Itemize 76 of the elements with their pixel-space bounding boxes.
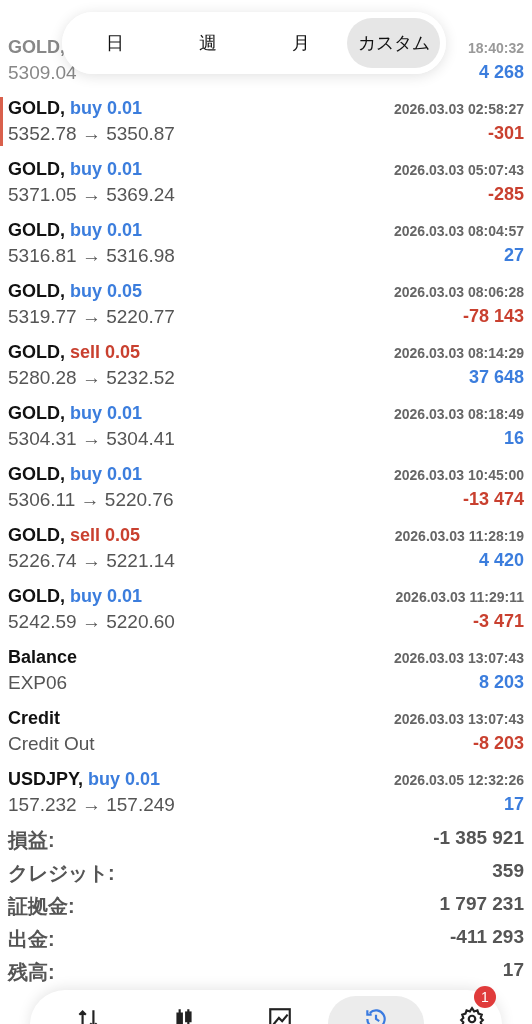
profit-amount: -285 (486, 184, 524, 206)
symbol-label: GOLD, (8, 220, 65, 241)
profit-amount: 4 268 (477, 62, 524, 84)
profit-amount: 17 (502, 794, 524, 816)
summary-value: -1 385 921 (433, 827, 524, 850)
period-tab[interactable]: 週 (161, 18, 254, 68)
order-side: buy 0.01 (70, 98, 143, 119)
profit-amount: 16 (502, 428, 524, 450)
price-range: 5304.31 → 5304.41 (8, 428, 176, 450)
order-side: buy 0.01 (88, 769, 161, 790)
profit-amount: 4 420 (477, 550, 524, 572)
symbol-label: GOLD, (8, 281, 65, 302)
deal-time: 2026.03.03 13:07:43 (394, 710, 524, 727)
summary-value: -411 293 (449, 926, 524, 949)
profit-amount: -13 474 (461, 489, 524, 511)
price-range: 5309.04 (8, 62, 78, 84)
order-side: sell 0.05 (70, 342, 141, 363)
deal-time: 2026.03.03 11:29:11 (395, 588, 524, 605)
order-side: buy 0.01 (70, 464, 143, 485)
price-range: 5280.28 → 5232.52 (8, 367, 176, 389)
deal-time: 2026.03.03 13:07:43 (394, 649, 524, 666)
price-range: 157.232 → 157.249 (8, 794, 176, 816)
period-tab[interactable]: 月 (254, 18, 347, 68)
summary-value: 1 797 231 (438, 893, 524, 916)
profit-amount: -78 143 (461, 306, 524, 328)
price-range: 5306.11 → 5220.76 (8, 489, 175, 511)
order-side: sell 0.05 (70, 525, 141, 546)
notification-badge: 1 (474, 986, 496, 1008)
deal-time: 2026.03.03 08:14:29 (394, 344, 524, 361)
deal-time: 2026.03.03 10:45:00 (394, 466, 524, 483)
profit-amount: 27 (502, 245, 524, 267)
price-range: 5319.77 → 5220.77 (8, 306, 176, 328)
symbol-label: USDJPY, (8, 769, 84, 790)
order-side: buy 0.01 (70, 586, 143, 607)
symbol-label: GOLD, (8, 98, 65, 119)
summary-label: クレジット: (8, 861, 116, 886)
symbol-label: GOLD, (8, 525, 65, 546)
order-side: buy 0.01 (70, 403, 143, 424)
order-side: buy 0.01 (70, 159, 143, 180)
price-range: 5352.78 → 5350.87 (8, 123, 176, 145)
order-side: buy 0.05 (70, 281, 143, 302)
summary-label: 損益: (8, 828, 56, 853)
symbol-label: GOLD, (8, 403, 65, 424)
deal-time: 2026.03.03 08:18:49 (394, 405, 524, 422)
symbol-label: Credit (8, 708, 60, 729)
symbol-label: GOLD, (8, 464, 65, 485)
price-range: EXP06 (8, 672, 69, 694)
symbol-label: GOLD, (8, 37, 65, 58)
profit-amount: -8 203 (471, 733, 524, 755)
deal-time: 2026.03.03 02:58:27 (394, 100, 524, 117)
deal-time: 2026.03.03 08:04:57 (394, 222, 524, 239)
order-side: buy 0.01 (70, 220, 143, 241)
deal-time: 2026.03.03 08:06:28 (394, 283, 524, 300)
period-tab[interactable]: カスタム (347, 18, 440, 68)
profit-amount: -3 471 (471, 611, 524, 633)
price-range: 5371.05 → 5369.24 (8, 184, 176, 206)
profit-amount: 37 648 (467, 367, 524, 389)
deal-time: 2026.03.03 05:07:43 (394, 161, 524, 178)
symbol-label: GOLD, (8, 342, 65, 363)
deal-time: 2026.03.05 12:32:26 (394, 771, 524, 788)
price-range: Credit Out (8, 733, 96, 755)
summary-label: 出金: (8, 927, 56, 952)
summary-label: 残高: (8, 960, 56, 985)
profit-amount: -301 (486, 123, 524, 145)
profit-amount: 8 203 (477, 672, 524, 694)
symbol-label: GOLD, (8, 586, 65, 607)
deal-time: 2026.03.03 11:28:19 (394, 527, 524, 544)
price-range: 5242.59 → 5220.60 (8, 611, 176, 633)
summary-value: 17 (501, 959, 524, 982)
price-range: 5226.74 → 5221.14 (8, 550, 176, 572)
symbol-label: GOLD, (8, 159, 65, 180)
price-range: 5316.81 → 5316.98 (8, 245, 176, 267)
summary-label: 証拠金: (8, 894, 76, 919)
symbol-label: Balance (8, 647, 78, 668)
deal-time: 18:40:32 (467, 39, 524, 56)
summary-value: 359 (491, 860, 524, 883)
